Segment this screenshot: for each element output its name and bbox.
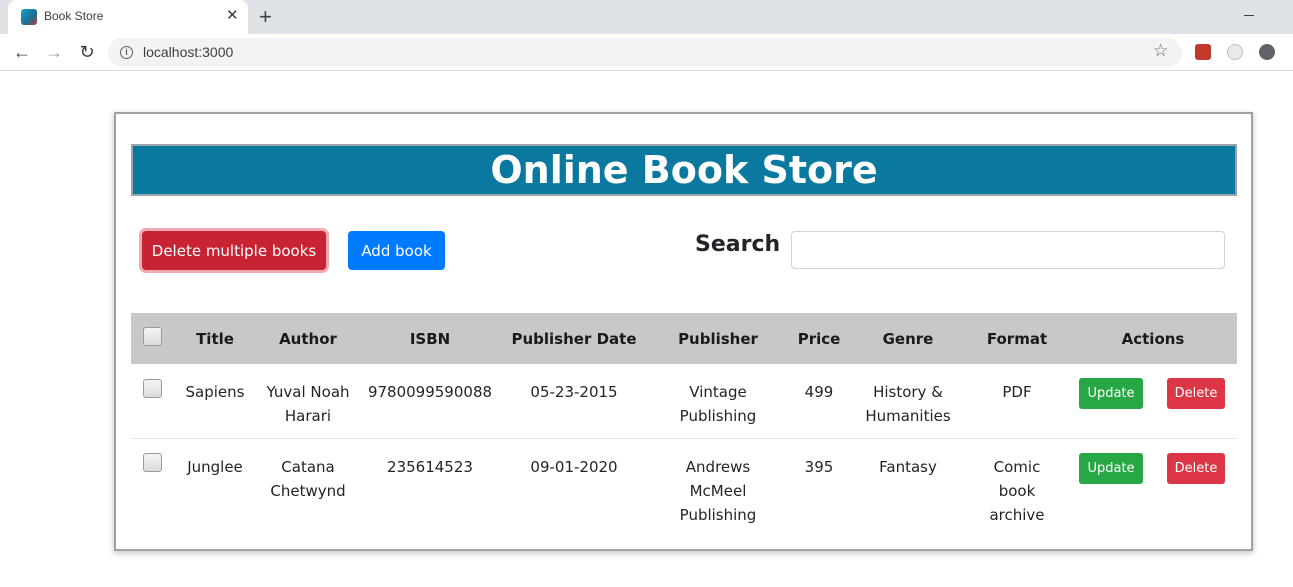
delete-button[interactable]: Delete [1167,453,1225,484]
header-format: Format [986,330,1048,348]
page-title: Online Book Store [131,144,1237,196]
book-author: Yuval Noah Harari [266,383,350,425]
minimize-window-icon[interactable] [1244,15,1254,16]
extension-face-icon[interactable] [1227,44,1243,60]
back-arrow-icon[interactable]: ← [10,40,34,64]
book-publisher: Andrews McMeel Publishing [679,458,757,524]
book-title: Sapiens [185,383,245,401]
bookmark-star-icon[interactable]: ☆ [1153,41,1168,61]
extension-red-icon[interactable] [1195,44,1211,60]
table-row: Junglee Catana Chetwynd 235614523 09-01-2… [131,439,1237,539]
header-price: Price [797,330,841,348]
reload-icon[interactable]: ↻ [75,40,99,64]
book-price: 395 [804,458,834,476]
header-title: Title [196,330,234,348]
extension-circle-icon[interactable] [1259,44,1275,60]
browser-tab[interactable]: Book Store ✕ [8,0,248,34]
book-isbn: 235614523 [387,458,473,476]
new-tab-button[interactable]: + [259,4,272,30]
row-checkbox[interactable] [143,379,162,398]
book-format: Comic book archive [989,458,1045,524]
browser-tab-bar: Book Store ✕ + [0,0,1293,34]
book-genre: History & Humanities [865,383,951,425]
book-format: PDF [1002,383,1032,401]
search-label: Search [695,232,781,257]
table-header: Title Author ISBN Publisher Date Publish… [131,313,1237,364]
search-input[interactable] [791,231,1225,269]
book-publisher-date: 09-01-2020 [530,458,618,476]
url-text[interactable]: localhost:3000 [143,44,233,60]
book-store-card: Online Book Store Delete multiple books … [114,112,1253,551]
book-isbn: 9780099590088 [367,383,493,401]
header-publisher: Publisher [678,330,758,348]
book-title: Junglee [187,458,243,476]
browser-toolbar: ← → ↻ i localhost:3000 ☆ [0,34,1293,71]
row-checkbox[interactable] [143,453,162,472]
header-genre: Genre [882,330,934,348]
header-isbn: ISBN [409,330,451,348]
forward-arrow-icon[interactable]: → [42,40,66,64]
header-author: Author [279,330,337,348]
book-publisher: Vintage Publishing [679,383,757,425]
update-button[interactable]: Update [1079,453,1143,484]
book-author: Catana Chetwynd [270,458,346,500]
header-actions: Actions [1121,330,1185,348]
table-row: Sapiens Yuval Noah Harari 9780099590088 0… [131,364,1237,439]
header-publisher-date: Publisher Date [511,330,637,348]
info-icon[interactable]: i [120,46,133,59]
favicon-icon [21,9,37,25]
book-price: 499 [804,383,834,401]
close-tab-icon[interactable]: ✕ [226,7,239,25]
book-genre: Fantasy [879,458,937,476]
tab-title: Book Store [44,9,104,23]
address-bar[interactable]: i localhost:3000 ☆ [108,38,1182,67]
book-publisher-date: 05-23-2015 [530,383,618,401]
delete-multiple-books-button[interactable]: Delete multiple books [142,231,326,270]
add-book-button[interactable]: Add book [348,231,445,270]
delete-button[interactable]: Delete [1167,378,1225,409]
update-button[interactable]: Update [1079,378,1143,409]
select-all-checkbox[interactable] [143,327,162,346]
